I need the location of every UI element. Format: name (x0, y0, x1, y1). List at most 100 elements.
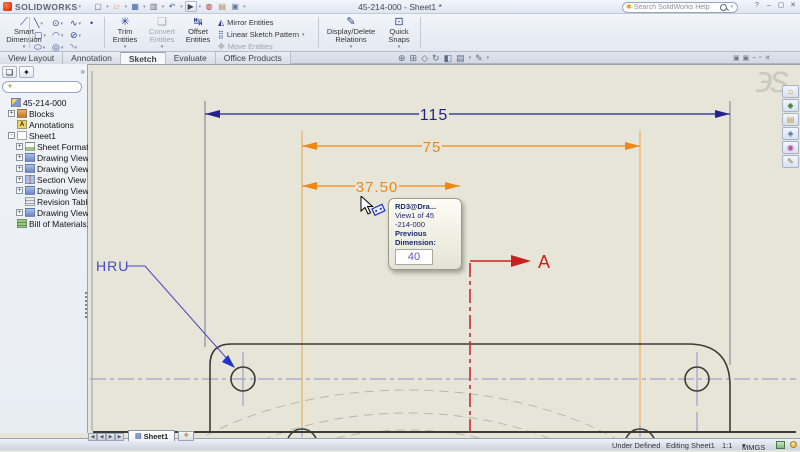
new-caret-icon[interactable]: ▾ (106, 4, 109, 10)
search-input[interactable]: ✱ Search SolidWorks Help ▾ (622, 2, 738, 13)
tree-item-drawing-view2[interactable]: + Drawing View2 (0, 163, 88, 174)
convert-entities-button[interactable]: ❏ Convert Entities ▾ (143, 16, 181, 50)
quick-tip-icon[interactable] (790, 441, 797, 448)
doc-restore-icon[interactable]: ▫ (759, 54, 761, 62)
dimension-75[interactable] (302, 142, 640, 150)
spline-tool-icon[interactable]: ∿▾ (70, 18, 81, 29)
zoom-to-fit-icon[interactable]: ⊕ (398, 53, 406, 64)
sheet-properties-icon[interactable]: ▤ (456, 53, 465, 64)
display-delete-relations-button[interactable]: ✎ Display/Delete Relations ▾ (322, 16, 380, 50)
zoom-to-area-icon[interactable]: ⊞ (410, 53, 418, 64)
tab-view-layout[interactable]: View Layout (0, 52, 63, 64)
menu-caret-icon[interactable]: ▾ (79, 4, 82, 10)
annotations-caret-icon[interactable]: ▾ (487, 55, 490, 61)
point-tool-icon[interactable]: • (90, 18, 93, 28)
tag-icon[interactable] (776, 441, 785, 449)
select-caret-icon[interactable]: ▾ (199, 4, 202, 10)
help-button[interactable]: ? (752, 2, 762, 9)
tree-item-sheet-format1[interactable]: + Sheet Format1 (0, 141, 88, 152)
doc-minimize-icon[interactable]: – (752, 54, 756, 62)
tree-item-sheet1[interactable]: - Sheet1 (0, 130, 88, 141)
section-line-a[interactable] (470, 255, 531, 437)
expander-icon[interactable]: + (16, 187, 23, 194)
sheet-tab-sheet1[interactable]: ▤ Sheet1 (128, 430, 175, 441)
tree-item-drawing-view6[interactable]: + Drawing View6 (0, 207, 88, 218)
expander-icon[interactable]: - (8, 132, 15, 139)
save-caret-icon[interactable]: ▾ (143, 4, 146, 10)
open-caret-icon[interactable]: ▾ (125, 4, 128, 10)
property-manager-tab-icon[interactable]: ✦ (19, 66, 34, 78)
rectangle-tool-icon[interactable]: ▢▾ (34, 30, 46, 41)
undo-caret-icon[interactable]: ▾ (180, 4, 183, 10)
expander-icon[interactable]: + (16, 209, 23, 216)
note-hru[interactable]: HRU (96, 258, 129, 274)
first-sheet-button[interactable]: ◀ (88, 433, 97, 441)
doc-close-icon[interactable]: ✕ (765, 54, 771, 62)
appearances-icon[interactable]: ◉ (782, 141, 799, 154)
file-explorer-icon[interactable]: ▤ (782, 113, 799, 126)
close-button[interactable]: ✕ (788, 1, 798, 9)
tree-item-blocks[interactable]: + Blocks (0, 108, 88, 119)
tree-filter-input[interactable]: ▼ (2, 81, 82, 93)
linear-sketch-pattern-button[interactable]: ⣿ Linear Sketch Pattern ▾ (218, 30, 305, 39)
file-properties-icon[interactable]: ▤ (216, 1, 228, 12)
design-library-icon[interactable]: ◆ (782, 99, 799, 112)
next-sheet-button[interactable]: ▶ (106, 433, 115, 441)
offset-entities-button[interactable]: ↹ Offset Entities (181, 16, 215, 44)
arc-tool-icon[interactable]: ◠▾ (52, 30, 63, 41)
tab-evaluate[interactable]: Evaluate (166, 52, 216, 64)
relations-caret-icon[interactable]: ▾ (322, 44, 380, 50)
undo-icon[interactable]: ↶ (166, 1, 178, 12)
tree-item-revision-table1[interactable]: Revision Table1 (0, 196, 88, 207)
options-icon[interactable]: ▣ (229, 1, 241, 12)
section-view-icon[interactable]: ◧ (444, 53, 453, 64)
expander-icon[interactable]: + (16, 154, 23, 161)
ellipse-tool-icon[interactable]: ⊘▾ (70, 30, 81, 41)
expander-icon[interactable]: + (16, 143, 23, 150)
doc-new-window-icon[interactable]: ▣ (733, 54, 740, 62)
previous-view-icon[interactable]: ◇ (421, 53, 428, 64)
redraw-icon[interactable]: ↻ (432, 53, 440, 64)
dimension-3750-text[interactable]: 37.50 (356, 179, 399, 196)
restore-button[interactable]: ▢ (776, 1, 786, 9)
select-tool-icon[interactable]: ▶ (185, 1, 197, 12)
search-caret-icon[interactable]: ▾ (730, 4, 733, 10)
tab-office-products[interactable]: Office Products (216, 52, 291, 64)
trim-caret-icon[interactable]: ▾ (107, 44, 143, 50)
feature-manager-tab-icon[interactable]: ❏ (2, 66, 17, 78)
minimize-button[interactable]: – (764, 2, 774, 9)
options-caret-icon[interactable]: ▾ (243, 4, 246, 10)
doc-cascade-icon[interactable]: ▣ (743, 54, 750, 62)
rebuild-icon[interactable]: ◍ (203, 1, 215, 12)
mirror-entities-button[interactable]: ◭ Mirror Entities (218, 18, 273, 27)
trim-entities-button[interactable]: ✳ Trim Entities ▾ (107, 16, 143, 50)
print-icon[interactable]: ▥ (148, 1, 160, 12)
dimension-75-text[interactable]: 75 (423, 139, 442, 156)
tree-item-section-view[interactable]: + Section View A-A (0, 174, 88, 185)
tab-sketch[interactable]: Sketch (121, 52, 166, 64)
save-icon[interactable]: ▦ (129, 1, 141, 12)
tree-item-drawing-view1[interactable]: + Drawing View1 (0, 152, 88, 163)
tree-item-drawing-view5[interactable]: + Drawing View5 (0, 185, 88, 196)
linear-pattern-caret-icon[interactable]: ▾ (302, 32, 305, 38)
graphics-area[interactable]: ϶s (88, 64, 800, 437)
convert-caret-icon[interactable]: ▾ (143, 44, 181, 50)
tree-item-bill-of-materials[interactable]: Bill of Materials1 (0, 218, 88, 229)
custom-properties-icon[interactable]: ✎ (782, 155, 799, 168)
circle-tool-icon[interactable]: ⊙▾ (52, 18, 63, 29)
last-sheet-button[interactable]: ▶ (115, 433, 124, 441)
tree-item-root[interactable]: 45-214-000 (0, 97, 88, 108)
sheet-caret-icon[interactable]: ▾ (469, 55, 472, 61)
tab-annotation[interactable]: Annotation (63, 52, 121, 64)
dimension-115-text[interactable]: 115 (420, 107, 449, 124)
units-selector[interactable]: MMGS ▾ (742, 441, 746, 450)
move-entities-button[interactable]: ✥ Move Entities (218, 42, 273, 51)
solidworks-resources-icon[interactable]: ⌂ (782, 85, 799, 98)
search-icon[interactable] (720, 4, 727, 11)
section-label[interactable]: A (538, 252, 551, 272)
tree-item-annotations[interactable]: A Annotations (0, 119, 88, 130)
open-icon[interactable]: ▱ (111, 1, 123, 12)
line-tool-icon[interactable]: ╲▾ (34, 18, 43, 29)
quick-snaps-caret-icon[interactable]: ▾ (382, 44, 416, 50)
expander-icon[interactable]: + (16, 176, 23, 183)
